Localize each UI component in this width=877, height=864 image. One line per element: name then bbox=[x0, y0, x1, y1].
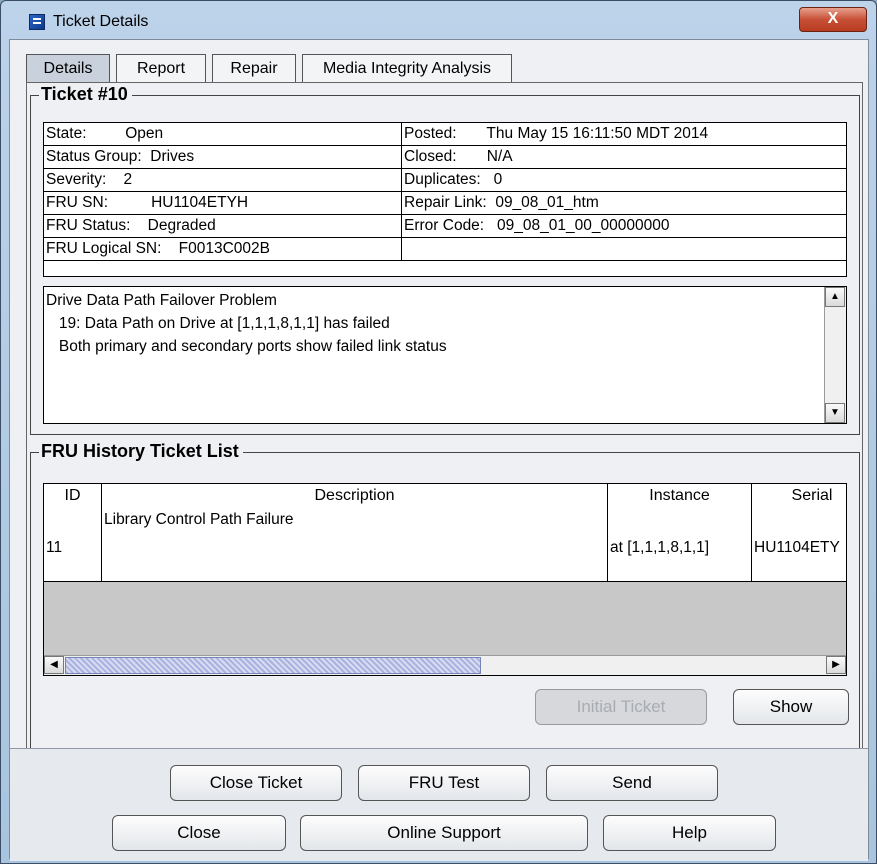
column-header-id[interactable]: ID bbox=[44, 484, 102, 509]
info-fru-sn: FRU SN: HU1104ETYH bbox=[44, 192, 402, 215]
window-close-button[interactable]: X bbox=[799, 7, 867, 32]
initial-ticket-button[interactable]: Initial Ticket bbox=[535, 689, 707, 725]
info-posted: Posted: Thu May 15 16:11:50 MDT 2014 bbox=[402, 123, 846, 146]
row-serial: HU1104ETY bbox=[754, 539, 840, 556]
send-button[interactable]: Send bbox=[546, 765, 718, 801]
info-fru-status: FRU Status: Degraded bbox=[44, 215, 402, 238]
ticket-group: Ticket #10 State: Open Posted: Thu May 1… bbox=[30, 84, 860, 435]
info-row: FRU Status: Degraded Error Code: 09_08_0… bbox=[44, 215, 846, 238]
table-horizontal-scrollbar[interactable]: ◀ ▶ bbox=[44, 655, 846, 675]
show-button[interactable]: Show bbox=[733, 689, 849, 725]
info-state: State: Open bbox=[44, 123, 402, 146]
scroll-up-icon[interactable]: ▲ bbox=[825, 287, 845, 307]
info-repair-link: Repair Link: 09_08_01_htm bbox=[402, 192, 846, 215]
fru-history-title: FRU History Ticket List bbox=[39, 441, 243, 462]
fru-history-table: ID Description Instance Serial 11 Librar… bbox=[43, 483, 847, 676]
help-button[interactable]: Help bbox=[603, 815, 776, 851]
info-row: Severity: 2 Duplicates: 0 bbox=[44, 169, 846, 192]
column-header-instance[interactable]: Instance bbox=[608, 484, 752, 509]
scroll-thumb[interactable] bbox=[65, 657, 481, 674]
info-row: Status Group: Drives Closed: N/A bbox=[44, 146, 846, 169]
info-row: State: Open Posted: Thu May 15 16:11:50 … bbox=[44, 123, 846, 146]
tab-repair[interactable]: Repair bbox=[212, 54, 296, 82]
info-duplicates: Duplicates: 0 bbox=[402, 169, 846, 192]
row-instance: at [1,1,1,8,1,1] bbox=[608, 509, 752, 581]
info-empty-cell bbox=[402, 238, 846, 261]
window-title: Ticket Details bbox=[53, 13, 149, 30]
title-bar[interactable]: Ticket Details X bbox=[1, 1, 876, 39]
app-icon bbox=[29, 14, 45, 30]
info-error-code: Error Code: 09_08_01_00_00000000 bbox=[402, 215, 846, 238]
fru-test-button[interactable]: FRU Test bbox=[358, 765, 530, 801]
table-header: ID Description Instance Serial bbox=[44, 484, 846, 510]
info-fru-logical-sn: FRU Logical SN: F0013C002B bbox=[44, 238, 402, 261]
column-header-description[interactable]: Description bbox=[102, 484, 608, 509]
tab-report[interactable]: Report bbox=[116, 54, 206, 82]
ticket-description-text: Drive Data Path Failover Problem 19: Dat… bbox=[46, 292, 447, 355]
tab-media-integrity-analysis[interactable]: Media Integrity Analysis bbox=[302, 54, 512, 82]
close-ticket-button[interactable]: Close Ticket bbox=[170, 765, 342, 801]
ticket-description-area[interactable]: Drive Data Path Failover Problem 19: Dat… bbox=[43, 286, 847, 424]
close-button[interactable]: Close bbox=[112, 815, 286, 851]
column-header-serial[interactable]: Serial bbox=[752, 484, 846, 509]
tab-details[interactable]: Details bbox=[26, 54, 110, 82]
dialog-body: Details Report Repair Media Integrity An… bbox=[9, 39, 869, 861]
info-status-group: Status Group: Drives bbox=[44, 146, 402, 169]
info-row: FRU Logical SN: F0013C002B bbox=[44, 238, 846, 261]
table-row[interactable]: 11 Library Control Path Failure at [1,1,… bbox=[44, 509, 846, 582]
scroll-right-icon[interactable]: ▶ bbox=[826, 656, 846, 674]
info-row: FRU SN: HU1104ETYH Repair Link: 09_08_01… bbox=[44, 192, 846, 215]
ticket-title: Ticket #10 bbox=[39, 84, 132, 105]
info-closed: Closed: N/A bbox=[402, 146, 846, 169]
ticket-info-table: State: Open Posted: Thu May 15 16:11:50 … bbox=[43, 122, 847, 277]
row-description: Library Control Path Failure bbox=[102, 509, 608, 581]
ticket-details-window: Ticket Details X Details Report Repair M… bbox=[0, 0, 877, 864]
online-support-button[interactable]: Online Support bbox=[300, 815, 588, 851]
info-severity: Severity: 2 bbox=[44, 169, 402, 192]
fru-history-group: FRU History Ticket List ID Description I… bbox=[30, 441, 860, 782]
scroll-left-icon[interactable]: ◀ bbox=[44, 656, 64, 674]
action-bar: Close Ticket FRU Test Send Close Online … bbox=[10, 748, 868, 861]
scroll-down-icon[interactable]: ▼ bbox=[825, 403, 845, 423]
details-tab-panel: Ticket #10 State: Open Posted: Thu May 1… bbox=[26, 82, 863, 784]
row-id: 11 bbox=[44, 509, 102, 581]
description-vertical-scrollbar[interactable]: ▲ ▼ bbox=[824, 287, 846, 423]
